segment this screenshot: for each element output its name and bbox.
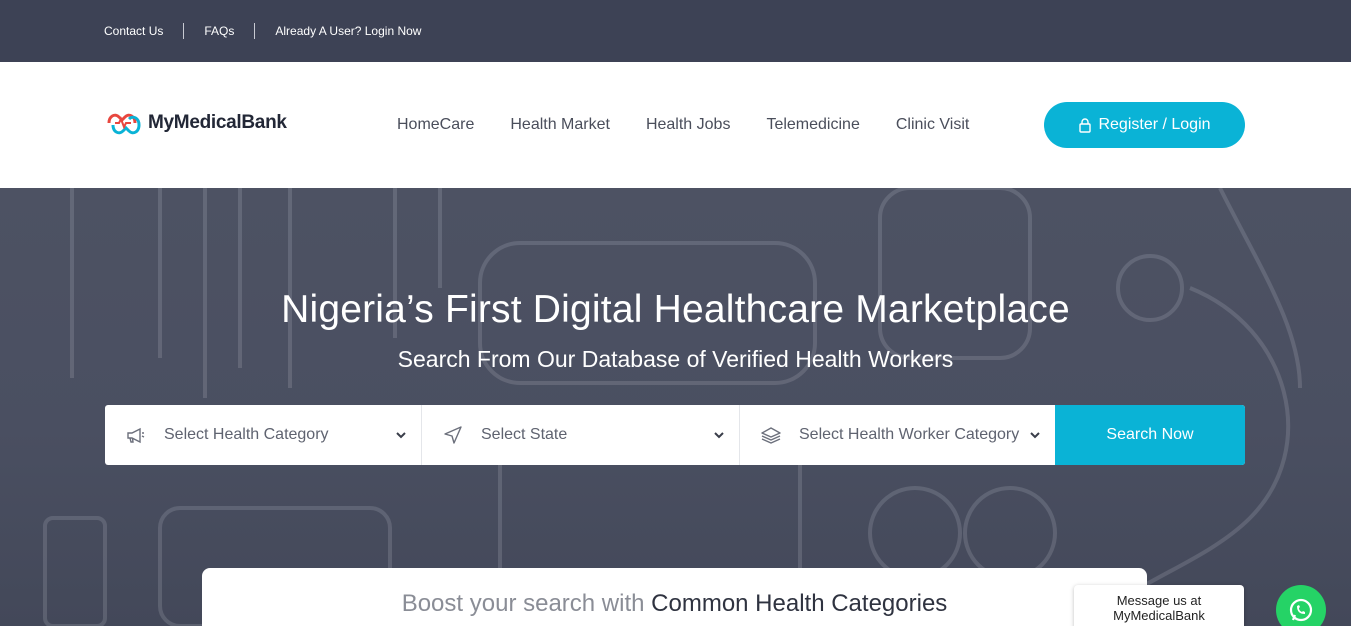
register-login-button[interactable]: Register / Login [1044,102,1245,148]
nav-health-jobs[interactable]: Health Jobs [646,116,731,134]
card-heading-lead: Boost your search with [401,590,645,617]
chevron-down-icon [1030,432,1040,439]
worker-category-select[interactable]: Select Health Worker Category [740,405,1055,465]
chevron-down-icon [396,432,406,439]
hero-section: Nigeria’s First Digital Healthcare Marke… [0,188,1351,626]
worker-category-value: Select Health Worker Category [799,426,1020,443]
top-bar: Contact Us FAQs Already A User? Login No… [0,0,1351,62]
nav-health-market[interactable]: Health Market [510,116,610,134]
search-bar: Select Health Category Select State Sele… [105,405,1245,465]
card-heading: Boost your search with Common Health Cat… [202,590,1147,618]
nav-clinic-visit[interactable]: Clinic Visit [896,116,970,134]
state-select[interactable]: Select State [422,405,740,465]
health-category-select[interactable]: Select Health Category [105,405,422,465]
logo[interactable]: MyMedicalBank [105,108,287,138]
site-header: MyMedicalBank HomeCare Health Market Hea… [0,62,1351,188]
contact-us-link[interactable]: Contact Us [104,24,163,38]
nav-telemedicine[interactable]: Telemedicine [766,116,859,134]
login-now-link[interactable]: Already A User? Login Now [275,24,421,38]
state-value: Select State [481,426,568,443]
hero-subtitle: Search From Our Database of Verified Hea… [397,346,954,372]
divider [183,23,185,39]
layers-icon [761,427,781,444]
logo-icon [107,113,141,135]
register-login-label: Register / Login [1098,116,1211,133]
faqs-link[interactable]: FAQs [204,24,234,38]
main-nav: HomeCare Health Market Health Jobs Telem… [397,116,1005,134]
common-categories-card: Boost your search with Common Health Cat… [202,568,1147,626]
hero-title: Nigeria’s First Digital Healthcare Marke… [281,288,1070,331]
logo-text: MyMedicalBank [148,112,287,133]
lock-icon [1079,118,1092,133]
whatsapp-icon [1289,598,1313,622]
chevron-down-icon [714,432,724,439]
whatsapp-message-bubble[interactable]: Message us at MyMedicalBank [1074,585,1244,626]
health-category-value: Select Health Category [164,426,329,443]
divider [254,23,256,39]
location-arrow-icon [444,426,462,444]
search-now-button[interactable]: Search Now [1055,405,1245,465]
card-heading-emphasis: Common Health Categories [651,590,948,617]
top-links: Contact Us FAQs Already A User? Login No… [104,0,421,62]
nav-homecare[interactable]: HomeCare [397,116,474,134]
megaphone-icon [127,427,145,444]
